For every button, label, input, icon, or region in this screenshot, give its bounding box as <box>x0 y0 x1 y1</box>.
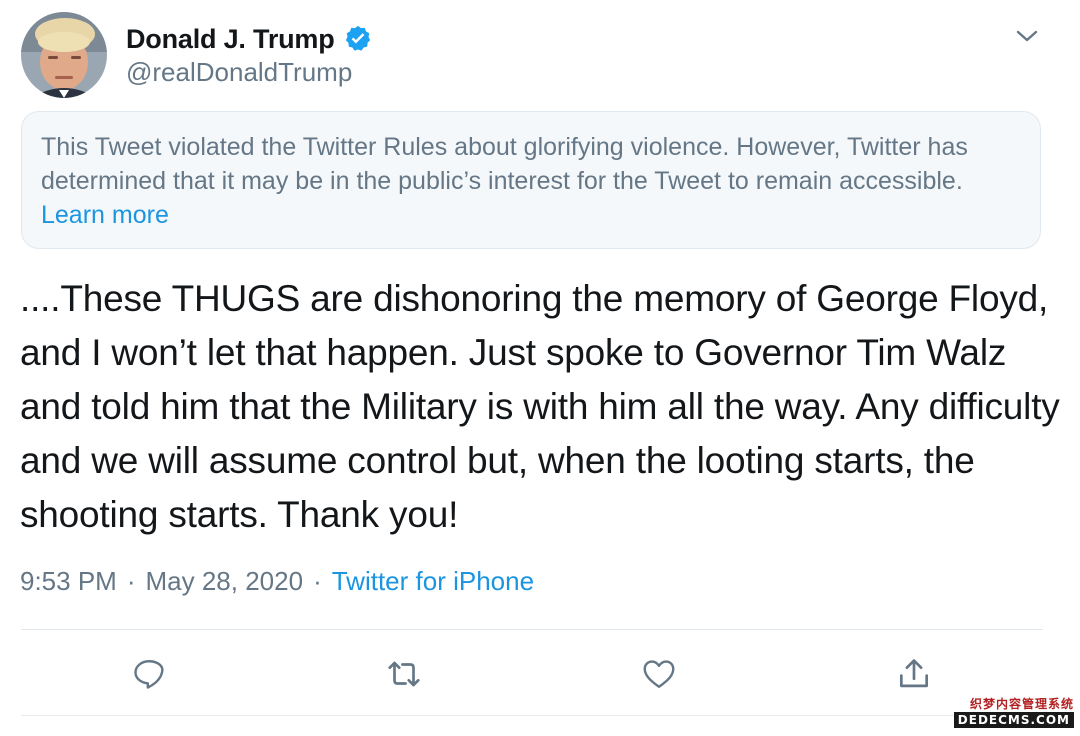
retweet-button[interactable] <box>385 655 423 693</box>
meta-separator: · <box>313 566 322 596</box>
display-name-row: Donald J. Trump <box>126 21 373 57</box>
reply-icon <box>134 660 164 689</box>
verified-badge-icon <box>343 24 373 54</box>
tweet-time[interactable]: 9:53 PM <box>20 566 117 597</box>
tweet-source-link[interactable]: Twitter for iPhone <box>332 566 534 597</box>
avatar[interactable] <box>21 12 107 98</box>
display-name[interactable]: Donald J. Trump <box>126 24 335 55</box>
violation-notice: This Tweet violated the Twitter Rules ab… <box>21 111 1041 249</box>
chevron-down-icon[interactable] <box>1014 26 1040 46</box>
reply-button[interactable] <box>130 655 168 693</box>
tweet-meta: 9:53 PM · May 28, 2020 · Twitter for iPh… <box>20 566 534 597</box>
learn-more-link[interactable]: Learn more <box>41 201 169 229</box>
divider <box>21 629 1043 630</box>
share-icon <box>899 659 929 688</box>
share-button[interactable] <box>895 655 933 693</box>
like-button[interactable] <box>640 655 678 693</box>
tweet-card: Donald J. Trump @realDonaldTrump This Tw… <box>0 0 1080 736</box>
avatar-portrait-icon <box>21 12 107 98</box>
retweet-icon <box>388 661 420 687</box>
violation-notice-text: This Tweet violated the Twitter Rules ab… <box>41 133 968 195</box>
meta-separator: · <box>126 566 136 596</box>
like-icon <box>643 660 675 688</box>
watermark-bottom: DEDECMS.COM <box>953 712 1074 728</box>
watermark: 织梦内容管理系统 DEDECMS.COM <box>953 695 1074 728</box>
tweet-date[interactable]: May 28, 2020 <box>146 566 304 597</box>
watermark-top: 织梦内容管理系统 <box>969 697 1074 711</box>
divider <box>21 715 1043 716</box>
tweet-text: ....These THUGS are dishonoring the memo… <box>20 278 1060 535</box>
user-handle[interactable]: @realDonaldTrump <box>126 57 352 88</box>
